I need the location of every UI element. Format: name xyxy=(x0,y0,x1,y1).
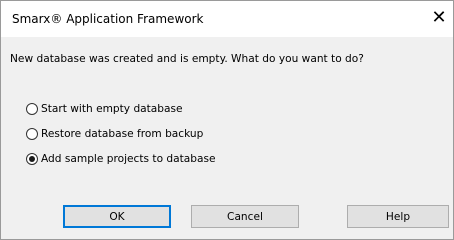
close-icon[interactable]: ✕ xyxy=(429,6,449,30)
option-label[interactable]: Restore database from backup xyxy=(41,128,203,140)
dialog-window: Smarx® Application Framework ✕ New datab… xyxy=(0,0,454,240)
window-title: Smarx® Application Framework xyxy=(12,12,204,26)
ok-button[interactable]: OK xyxy=(63,205,171,228)
radio-unselected-icon[interactable] xyxy=(26,127,38,140)
help-button[interactable]: Help xyxy=(347,205,449,228)
radio-selected-icon[interactable] xyxy=(26,152,38,165)
option-label[interactable]: Add sample projects to database xyxy=(41,153,216,165)
dialog-message: New database was created and is empty. W… xyxy=(10,53,364,65)
radio-unselected-icon[interactable] xyxy=(26,102,38,115)
title-bar[interactable]: Smarx® Application Framework ✕ xyxy=(1,1,453,37)
cancel-button[interactable]: Cancel xyxy=(191,205,299,228)
option-restore-backup[interactable]: Restore database from backup xyxy=(26,121,216,146)
option-empty-database[interactable]: Start with empty database xyxy=(26,96,216,121)
option-add-sample-projects[interactable]: Add sample projects to database xyxy=(26,146,216,171)
option-group: Start with empty database Restore databa… xyxy=(26,96,216,171)
option-label[interactable]: Start with empty database xyxy=(41,103,183,115)
